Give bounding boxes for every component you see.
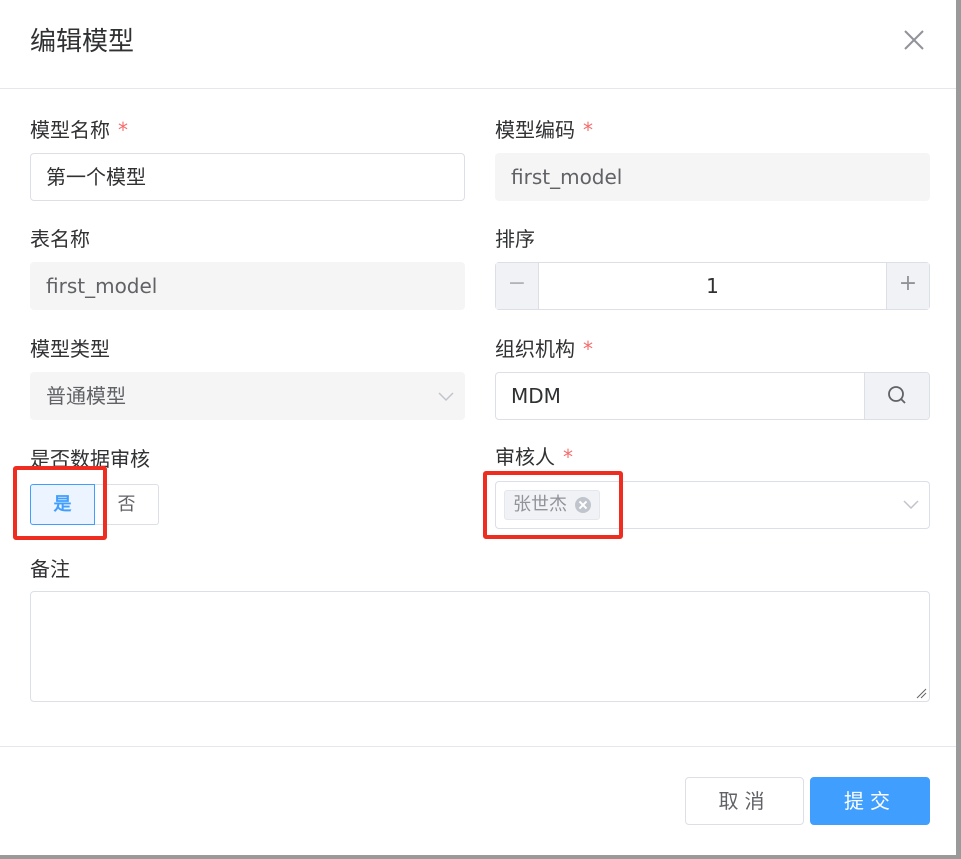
sort-decrement-button[interactable]: − (496, 263, 539, 309)
model-name-input[interactable]: 第一个模型 (30, 153, 465, 201)
data-review-label: 是否数据审核 (30, 447, 150, 471)
data-review-no-option[interactable]: 否 (95, 484, 159, 525)
model-name-label-text: 模型名称 (30, 118, 110, 142)
reviewer-select[interactable]: 张世杰 (495, 481, 930, 529)
table-name-label: 表名称 (30, 227, 90, 251)
sort-label: 排序 (495, 227, 535, 251)
data-review-radio-group: 是 否 (30, 484, 159, 525)
reviewer-label: 审核人 * (495, 444, 573, 470)
footer-divider (0, 746, 956, 747)
close-icon (904, 30, 924, 50)
search-icon (888, 386, 906, 404)
organization-search-button[interactable] (864, 373, 929, 419)
required-mark: * (563, 445, 573, 469)
reviewer-tag-label: 张世杰 (513, 494, 567, 515)
submit-button[interactable]: 提交 (810, 777, 930, 825)
table-name-input: first_model (30, 262, 465, 310)
required-mark: * (118, 118, 128, 142)
organization-value: MDM (511, 384, 561, 408)
edit-model-dialog: 编辑模型 模型名称 * 第一个模型 模型编码 * first_model 表名称 f… (0, 0, 956, 855)
remark-label: 备注 (30, 557, 70, 581)
close-button[interactable] (900, 26, 928, 54)
remark-textarea[interactable] (30, 591, 930, 702)
model-type-select: 普通模型 (30, 372, 465, 420)
model-type-label: 模型类型 (30, 337, 110, 361)
sort-stepper: − 1 + (495, 262, 930, 310)
tag-remove-icon[interactable] (575, 497, 591, 513)
cancel-button[interactable]: 取消 (685, 777, 804, 825)
model-code-input: first_model (495, 153, 930, 201)
sort-value-input[interactable]: 1 (538, 263, 887, 309)
model-type-value: 普通模型 (46, 384, 126, 408)
model-name-label: 模型名称 * (30, 117, 128, 143)
dialog-title: 编辑模型 (30, 27, 135, 57)
chevron-down-icon (438, 392, 454, 402)
resize-handle-icon[interactable] (915, 687, 927, 699)
organization-input[interactable]: MDM (495, 372, 930, 420)
reviewer-label-text: 审核人 (495, 445, 555, 469)
reviewer-tag: 张世杰 (504, 490, 600, 520)
organization-label: 组织机构 * (495, 336, 593, 362)
chevron-down-icon (903, 500, 919, 510)
organization-label-text: 组织机构 (495, 337, 575, 361)
required-mark: * (583, 337, 593, 361)
sort-increment-button[interactable]: + (886, 263, 929, 309)
dialog-header: 编辑模型 (0, 0, 956, 89)
data-review-yes-option[interactable]: 是 (30, 484, 95, 525)
model-code-label: 模型编码 * (495, 117, 593, 143)
model-code-label-text: 模型编码 (495, 118, 575, 142)
required-mark: * (583, 118, 593, 142)
